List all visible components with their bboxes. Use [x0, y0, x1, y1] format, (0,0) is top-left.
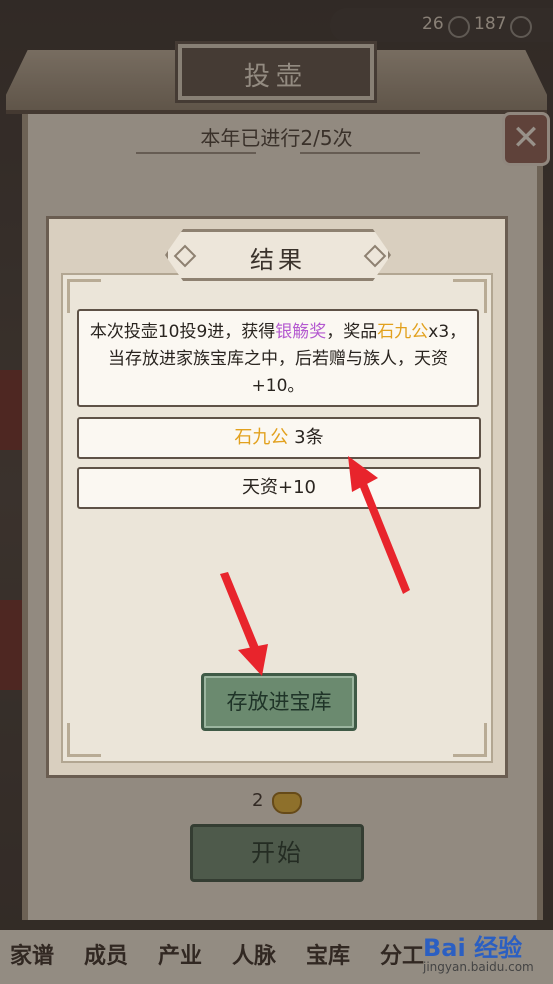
reward-item-qty: 3条 — [288, 427, 324, 448]
reward-item-name: 石九公 — [234, 427, 289, 448]
watermark: Bai 经验 jingyan.baidu.com — [423, 928, 553, 978]
reward-stat-row: 天资+10 — [77, 467, 481, 509]
corner-fret — [453, 723, 487, 757]
result-message: 本次投壶10投9进，获得银觞奖，奖品石九公x3，当存放进家族宝库之中，后若赠与族… — [77, 309, 479, 407]
result-dialog: 本次投壶10投9进，获得银觞奖，奖品石九公x3，当存放进家族宝库之中，后若赠与族… — [46, 216, 508, 778]
corner-fret — [67, 723, 101, 757]
result-title: 结果 — [250, 246, 306, 274]
watermark-logo: Bai 经验 — [423, 934, 523, 962]
message-text: ，奖品 — [326, 322, 378, 342]
corner-fret — [67, 279, 101, 313]
reward-item-row: 石九公 3条 — [77, 417, 481, 459]
reward-stat: 天资+10 — [242, 477, 316, 498]
result-title-plaque: 结果 — [165, 229, 391, 281]
result-dialog-body: 本次投壶10投9进，获得银觞奖，奖品石九公x3，当存放进家族宝库之中，后若赠与族… — [61, 273, 493, 763]
watermark-url: jingyan.baidu.com — [423, 960, 534, 974]
message-text: 本次投壶10投9进，获得 — [89, 322, 276, 342]
award-name: 银觞奖 — [275, 322, 327, 342]
item-name: 石九公 — [377, 322, 429, 342]
corner-fret — [453, 279, 487, 313]
store-in-treasury-button[interactable]: 存放进宝库 — [201, 673, 357, 731]
